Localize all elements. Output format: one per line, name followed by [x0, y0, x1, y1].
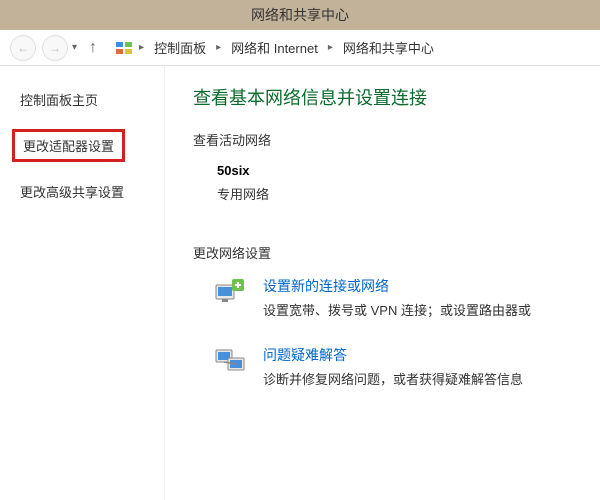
page-title: 查看基本网络信息并设置连接 [193, 84, 600, 110]
window-titlebar: 网络和共享中心 [0, 0, 600, 30]
history-dropdown-icon[interactable]: ▾ [72, 42, 77, 53]
breadcrumb-item[interactable]: 网络和共享中心 [339, 36, 438, 59]
sidebar-adapter-link[interactable]: 更改适配器设置 [12, 129, 125, 162]
sidebar-home-link[interactable]: 控制面板主页 [20, 90, 152, 109]
forward-arrow-icon: → [49, 41, 61, 55]
breadcrumb-separator-icon: ▸ [137, 42, 146, 53]
back-arrow-icon: ← [17, 41, 29, 55]
breadcrumb: ▸ 控制面板 ▸ 网络和 Internet ▸ 网络和共享中心 [115, 36, 438, 59]
troubleshoot-icon [213, 345, 249, 377]
sidebar-advanced-link[interactable]: 更改高级共享设置 [20, 182, 152, 201]
network-type: 专用网络 [217, 184, 600, 203]
forward-button[interactable]: → [42, 35, 68, 61]
sidebar: 控制面板主页 更改适配器设置 更改高级共享设置 [0, 66, 165, 500]
setting-text: 问题疑难解答 诊断并修复网络问题，或者获得疑难解答信息 [263, 345, 523, 388]
new-connection-icon [213, 276, 249, 308]
breadcrumb-item[interactable]: 网络和 Internet [227, 36, 322, 59]
troubleshoot-link[interactable]: 问题疑难解答 [263, 345, 523, 365]
new-connection-desc: 设置宽带、拨号或 VPN 连接；或设置路由器或 [263, 303, 531, 318]
up-button[interactable]: ↑ [83, 39, 103, 57]
content-area: 控制面板主页 更改适配器设置 更改高级共享设置 查看基本网络信息并设置连接 查看… [0, 66, 600, 500]
breadcrumb-separator-icon: ▸ [214, 42, 223, 53]
control-panel-icon [115, 39, 133, 57]
back-button[interactable]: ← [10, 35, 36, 61]
new-connection-link[interactable]: 设置新的连接或网络 [263, 276, 531, 296]
troubleshoot-desc: 诊断并修复网络问题，或者获得疑难解答信息 [263, 372, 523, 387]
breadcrumb-separator-icon: ▸ [326, 42, 335, 53]
window-title: 网络和共享中心 [251, 5, 349, 25]
nav-toolbar: ← → ▾ ↑ ▸ 控制面板 ▸ 网络和 Internet ▸ 网络和共享中心 [0, 30, 600, 66]
active-networks-label: 查看活动网络 [193, 130, 600, 149]
change-settings-label: 更改网络设置 [193, 243, 600, 262]
setting-item: 设置新的连接或网络 设置宽带、拨号或 VPN 连接；或设置路由器或 [193, 276, 600, 319]
settings-list: 设置新的连接或网络 设置宽带、拨号或 VPN 连接；或设置路由器或 问题疑难解答 [193, 276, 600, 388]
main-panel: 查看基本网络信息并设置连接 查看活动网络 50six 专用网络 更改网络设置 设… [165, 66, 600, 500]
network-name: 50six [217, 163, 600, 178]
setting-text: 设置新的连接或网络 设置宽带、拨号或 VPN 连接；或设置路由器或 [263, 276, 531, 319]
setting-item: 问题疑难解答 诊断并修复网络问题，或者获得疑难解答信息 [193, 345, 600, 388]
up-arrow-icon: ↑ [89, 39, 97, 56]
breadcrumb-item[interactable]: 控制面板 [150, 36, 210, 59]
